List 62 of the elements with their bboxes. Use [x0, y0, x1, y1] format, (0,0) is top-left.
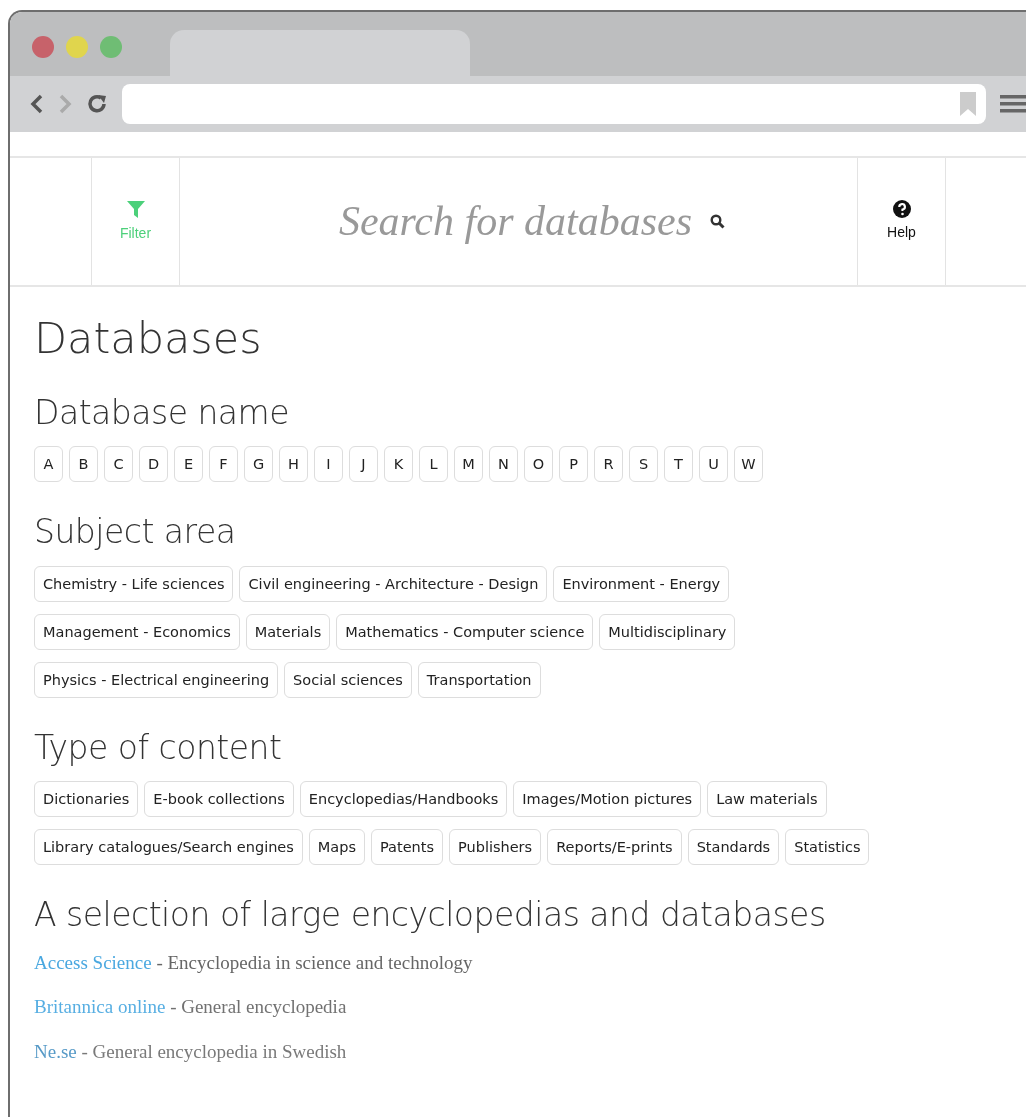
filter-tag-button[interactable]: Library catalogues/Search engines [34, 829, 303, 866]
letter-button[interactable]: H [279, 446, 308, 483]
section-heading: Subject area [34, 512, 237, 552]
back-icon[interactable] [30, 94, 44, 114]
filter-tag-button[interactable]: Maps [308, 829, 365, 866]
letter-button[interactable]: B [69, 446, 98, 483]
letter-button[interactable]: N [489, 446, 518, 483]
filter-tag-button[interactable]: Chemistry - Life sciences [34, 565, 234, 602]
letter-button[interactable]: M [454, 446, 483, 483]
letter-button[interactable]: D [139, 446, 168, 483]
filter-tag-button[interactable]: Patents [371, 829, 443, 866]
database-description: - General encyclopedia [170, 996, 347, 1018]
letter-button[interactable]: T [664, 446, 693, 483]
reload-icon[interactable] [86, 93, 108, 115]
letter-button[interactable]: K [384, 446, 413, 483]
filter-tag-button[interactable]: Publishers [449, 829, 542, 866]
filter-tag-button[interactable]: Encyclopedias/Handbooks [299, 781, 508, 818]
filter-tag-button[interactable]: Reports/E-prints [547, 829, 682, 866]
filter-tag-button[interactable]: Multidisciplinary [599, 613, 736, 650]
filter-tag-button[interactable]: Statistics [785, 829, 870, 866]
search-field[interactable]: Search for databases [312, 190, 692, 253]
letter-button[interactable]: I [314, 446, 343, 483]
filter-tag-button[interactable]: Materials [245, 613, 331, 650]
letter-button[interactable]: P [559, 446, 588, 483]
filter-tag-button[interactable]: Social sciences [284, 661, 412, 698]
letter-button[interactable]: S [629, 446, 658, 483]
filter-tag-button[interactable]: Dictionaries [34, 781, 139, 818]
letter-button[interactable]: E [174, 446, 203, 483]
menu-icon[interactable] [1000, 94, 1026, 114]
section-heading: Database name [34, 392, 291, 433]
address-bar[interactable] [122, 84, 986, 124]
filter-tag-button[interactable]: Civil engineering - Architecture - Design [239, 565, 548, 602]
section-heading: Type of content [34, 727, 283, 768]
database-description: - Encyclopedia in science and technology [156, 951, 473, 973]
filter-tag-button[interactable]: Standards [687, 829, 780, 866]
letter-button[interactable]: U [699, 446, 728, 483]
search-icon[interactable] [710, 214, 725, 229]
bookmark-icon[interactable] [960, 92, 976, 116]
letter-button[interactable]: A [34, 446, 63, 483]
page-title: Databases [34, 313, 263, 365]
filter-tag-button[interactable]: Law materials [707, 781, 827, 818]
filter-tag-button[interactable]: Management - Economics [34, 613, 240, 650]
forward-icon[interactable] [58, 94, 72, 114]
letter-button[interactable]: R [594, 446, 623, 483]
help-icon [892, 200, 911, 218]
letter-button[interactable]: J [349, 446, 378, 483]
filter-tag-button[interactable]: Environment - Energy [553, 565, 730, 602]
letter-button[interactable]: F [209, 446, 238, 483]
help-button[interactable]: Help [858, 158, 946, 285]
letter-button[interactable]: G [244, 446, 273, 483]
filter-tag-button[interactable]: Mathematics - Computer science [336, 613, 594, 650]
filter-tag-button[interactable]: Transportation [417, 661, 541, 698]
letter-button[interactable]: O [524, 446, 553, 483]
section-heading: A selection of large encyclopedias and databases [34, 895, 827, 935]
letter-button[interactable]: C [104, 446, 133, 483]
letter-button[interactable]: L [419, 446, 448, 483]
filter-tag-button[interactable]: Physics - Electrical engineering [34, 661, 279, 698]
letter-button[interactable]: W [734, 446, 763, 483]
database-description: - General encyclopedia in Swedish [81, 1040, 347, 1062]
filter-tag-button[interactable]: E-book collections [144, 781, 294, 818]
filter-icon [125, 199, 146, 219]
filter-tag-button[interactable]: Images/Motion pictures [513, 781, 702, 818]
